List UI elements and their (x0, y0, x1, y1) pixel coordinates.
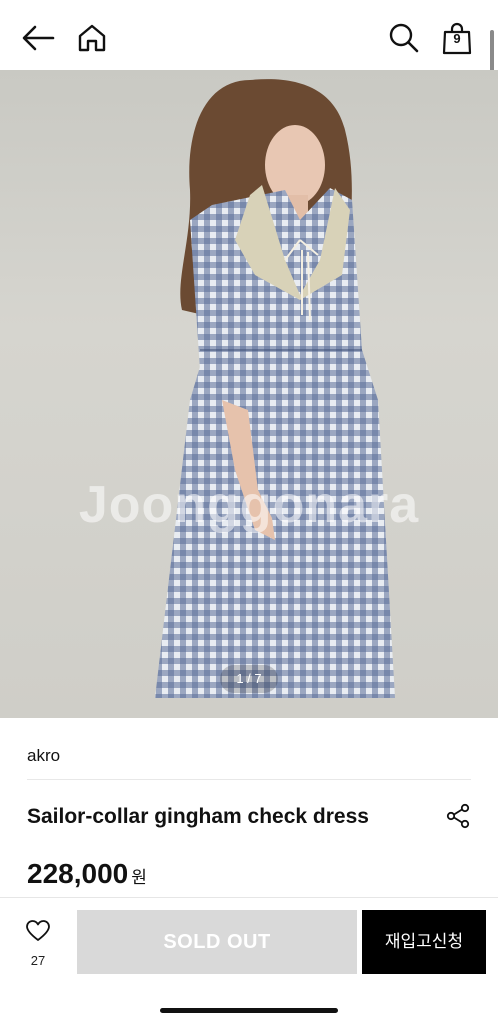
share-button[interactable] (444, 801, 472, 831)
home-button[interactable] (72, 18, 112, 58)
back-button[interactable] (18, 18, 58, 58)
cart-button[interactable]: 9 (437, 18, 477, 58)
image-page-indicator: 1 / 7 (220, 665, 278, 693)
watermark-text: Joonggonara (78, 476, 420, 534)
product-photo (155, 79, 395, 698)
bottom-action-bar: 27 SOLD OUT 재입고신청 (0, 897, 498, 1024)
home-indicator-bar[interactable] (160, 1008, 338, 1013)
search-icon (389, 23, 419, 53)
arrow-left-icon (22, 25, 55, 51)
home-icon (78, 24, 106, 52)
product-title: Sailor-collar gingham check dress (27, 805, 369, 828)
sold-out-button[interactable]: SOLD OUT (77, 910, 357, 974)
share-icon (446, 803, 470, 829)
restock-request-button[interactable]: 재입고신청 (362, 910, 486, 974)
top-navigation-bar: 9 (0, 0, 498, 70)
divider (27, 779, 471, 780)
cart-count-badge: 9 (453, 31, 461, 46)
search-button[interactable] (384, 18, 424, 58)
currency-label: 원 (131, 868, 147, 887)
product-price: 228,000 (27, 858, 129, 889)
like-count: 27 (30, 953, 46, 968)
heart-icon (26, 920, 50, 941)
price-row: 228,000 원 (27, 858, 147, 890)
like-button[interactable]: 27 (14, 920, 62, 970)
brand-name[interactable]: akro (27, 746, 60, 766)
product-image-carousel[interactable]: Joonggonara 1 / 7 (0, 70, 498, 718)
